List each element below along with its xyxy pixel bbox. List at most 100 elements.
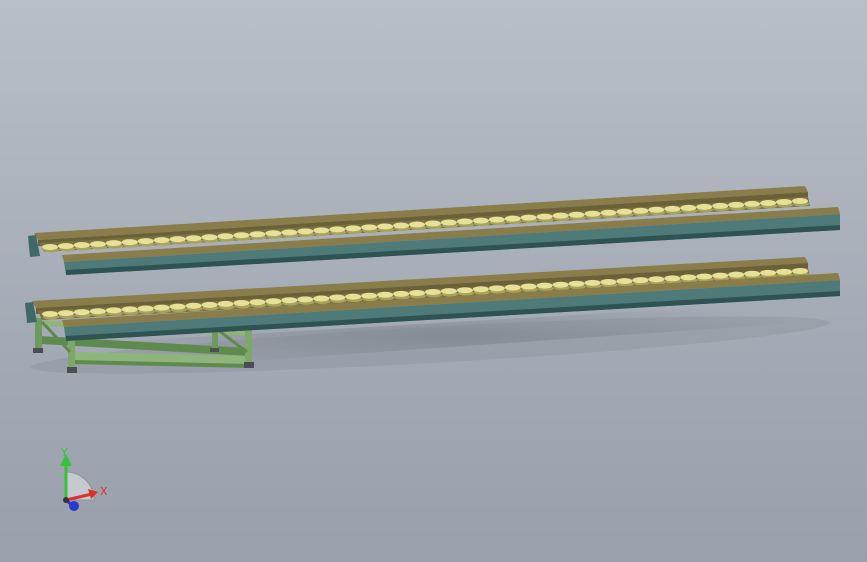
roller	[472, 286, 489, 293]
roller	[345, 293, 362, 300]
roller	[313, 295, 330, 302]
roller	[249, 299, 266, 306]
roller	[456, 287, 473, 294]
roller	[249, 231, 266, 238]
roller	[329, 226, 346, 233]
roller	[121, 306, 138, 313]
cad-viewport[interactable]: Y X	[0, 0, 867, 562]
roller	[680, 204, 697, 211]
x-axis-label: X	[100, 485, 108, 498]
roller	[297, 296, 314, 303]
roller	[744, 200, 761, 207]
roller	[648, 276, 665, 283]
roller	[568, 280, 585, 287]
roller	[297, 228, 314, 235]
roller	[504, 215, 521, 222]
roller	[265, 298, 282, 305]
roller	[504, 284, 521, 291]
roller	[281, 297, 298, 304]
roller	[217, 300, 234, 307]
roller	[73, 242, 90, 249]
roller	[520, 283, 537, 290]
z-axis-dot-icon	[69, 501, 79, 511]
roller	[89, 308, 106, 315]
roller	[313, 227, 330, 234]
roller	[792, 198, 808, 204]
roller	[744, 270, 761, 277]
roller	[712, 202, 729, 209]
roller	[409, 221, 426, 228]
roller	[664, 275, 681, 282]
roller	[664, 205, 681, 212]
roller	[105, 240, 122, 247]
roller	[185, 235, 202, 242]
roller	[201, 301, 218, 308]
roller	[696, 273, 713, 280]
roller	[696, 203, 713, 210]
roller	[201, 234, 218, 241]
roller	[600, 278, 617, 285]
roller	[776, 198, 793, 205]
roller	[377, 223, 394, 230]
roller	[712, 272, 729, 279]
roller	[472, 217, 489, 224]
roller	[584, 279, 601, 286]
roller	[137, 305, 154, 312]
roller	[361, 292, 378, 299]
roller	[616, 208, 633, 215]
roller	[57, 243, 74, 250]
roller	[760, 269, 777, 276]
foot	[33, 348, 43, 353]
roller	[361, 224, 378, 231]
roller	[265, 230, 282, 237]
roller	[105, 307, 122, 314]
coordinate-triad[interactable]: Y X	[60, 446, 108, 511]
roller	[233, 232, 250, 239]
roller	[584, 210, 601, 217]
roller	[648, 206, 665, 213]
roller	[568, 211, 585, 218]
roller	[776, 268, 793, 275]
roller	[552, 281, 569, 288]
roller	[73, 309, 90, 316]
roller	[728, 271, 745, 278]
roller	[760, 199, 777, 206]
foot	[210, 348, 219, 352]
roller	[42, 311, 58, 317]
roller	[616, 278, 633, 285]
roller	[89, 241, 106, 248]
roller	[728, 201, 745, 208]
roller	[680, 274, 697, 281]
roller	[233, 300, 250, 307]
roller	[440, 219, 457, 226]
y-axis-label: Y	[60, 446, 68, 459]
roller	[217, 233, 234, 240]
roller	[281, 229, 298, 236]
roller	[536, 213, 553, 220]
roller	[121, 239, 138, 246]
roller	[456, 218, 473, 225]
foot	[244, 362, 254, 368]
foot	[67, 367, 77, 373]
roller	[424, 220, 441, 227]
upper-roller-conveyor[interactable]	[28, 186, 840, 275]
roller	[153, 237, 170, 244]
roller	[488, 216, 505, 223]
roller	[440, 288, 457, 295]
roller	[488, 285, 505, 292]
roller	[520, 214, 537, 221]
roller	[185, 302, 202, 309]
roller	[393, 222, 410, 229]
roller	[552, 212, 569, 219]
roller	[169, 303, 186, 310]
roller	[792, 268, 808, 274]
roller	[42, 244, 58, 250]
roller	[600, 209, 617, 216]
roller	[137, 238, 154, 245]
roller	[329, 294, 346, 301]
roller	[393, 290, 410, 297]
roller	[169, 236, 186, 243]
roller	[57, 310, 74, 317]
roller	[409, 289, 426, 296]
roller	[536, 282, 553, 289]
